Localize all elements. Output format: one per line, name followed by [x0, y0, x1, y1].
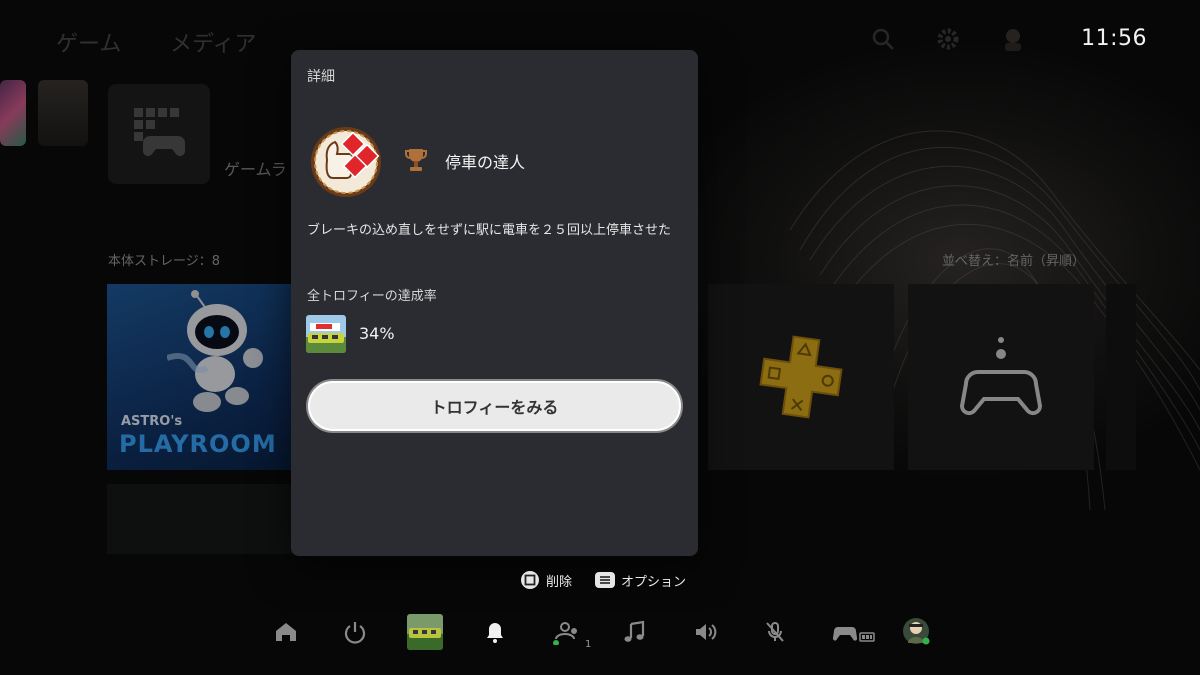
power-icon[interactable]: [342, 619, 368, 645]
train-game-art: [306, 315, 346, 353]
options-label: オプション: [621, 574, 687, 590]
bronze-trophy-icon: [405, 149, 427, 171]
train-game-art: [407, 614, 443, 650]
popup-title: 詳細: [307, 69, 335, 85]
mic-muted-icon[interactable]: [762, 619, 788, 645]
trophy-detail-popup: 詳細 停車の達人 ブレーキの込め直しをせずに駅に電車を２５回以上停車させた 全ト…: [291, 50, 698, 556]
square-button-icon: [521, 571, 539, 589]
notifications-icon[interactable]: [482, 619, 508, 645]
trophy-description: ブレーキの込め直しをせずに駅に電車を２５回以上停車させた: [307, 223, 672, 238]
game-base-icon[interactable]: [552, 619, 578, 645]
options-button-icon: [595, 572, 615, 588]
clock: 11:56: [1081, 26, 1147, 51]
current-game-icon[interactable]: [407, 614, 443, 650]
delete-hint[interactable]: 削除: [520, 570, 572, 590]
accessories-icon[interactable]: [832, 619, 876, 645]
profile-avatar[interactable]: [902, 617, 930, 645]
home-icon[interactable]: [273, 619, 299, 645]
view-trophies-button[interactable]: トロフィーをみる: [308, 381, 681, 431]
options-hint[interactable]: オプション: [595, 570, 686, 590]
party-count: 1: [585, 639, 592, 650]
sound-icon[interactable]: [692, 619, 718, 645]
game-thumbnail: [306, 315, 346, 353]
music-icon[interactable]: [622, 619, 648, 645]
delete-label: 削除: [546, 574, 573, 590]
achievement-rate-value: 34%: [359, 324, 395, 343]
trophy-art-icon: [311, 127, 381, 197]
achievement-rate-label: 全トロフィーの達成率: [307, 289, 437, 304]
trophy-name: 停車の達人: [445, 153, 526, 172]
